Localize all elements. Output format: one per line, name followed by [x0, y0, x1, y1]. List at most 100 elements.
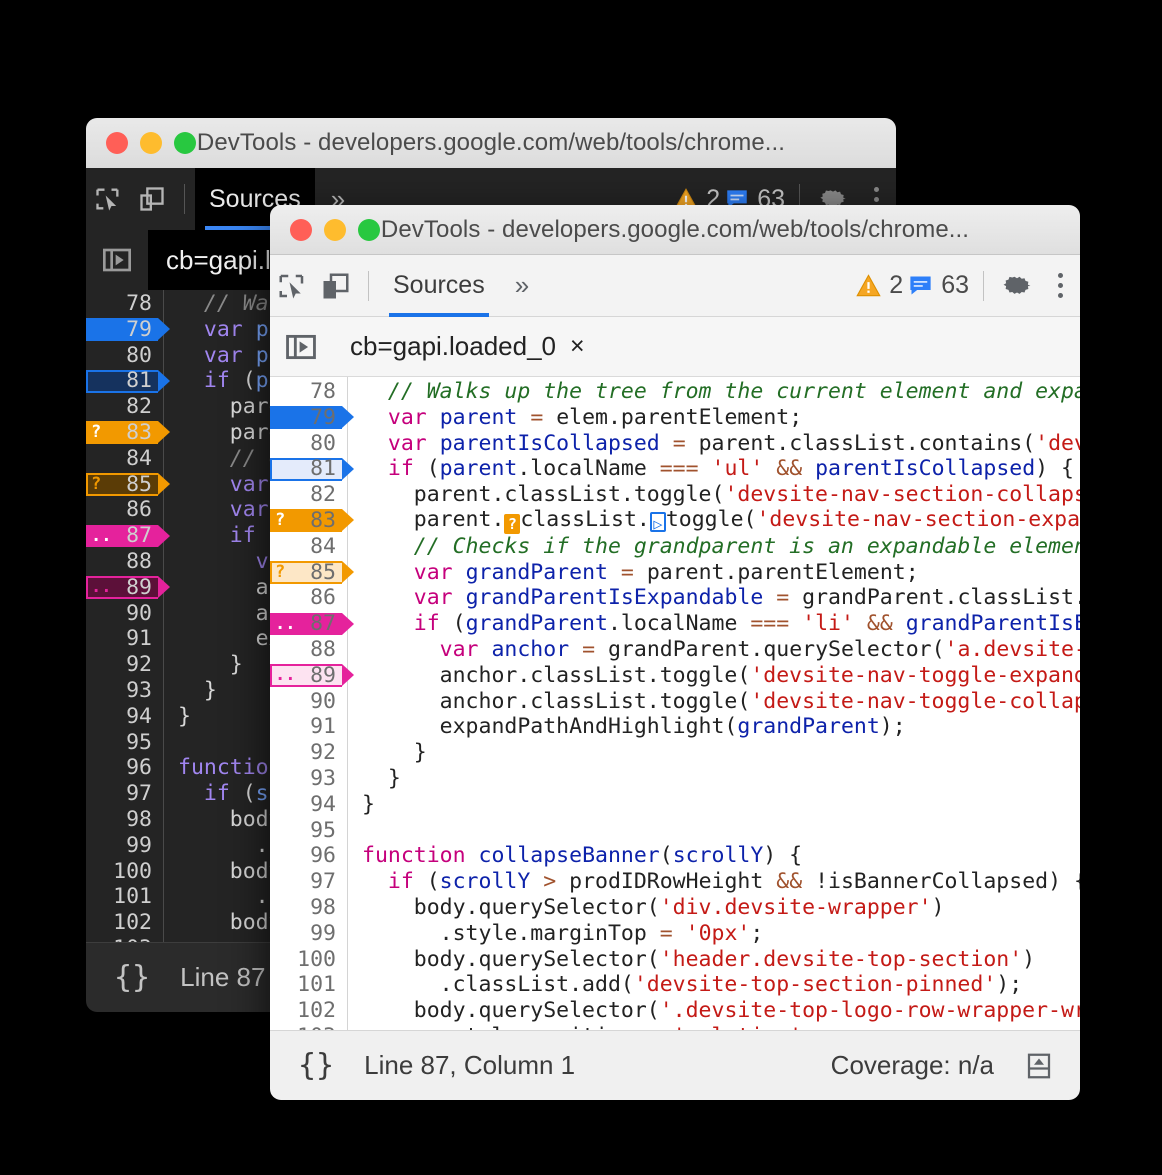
- close-window-button[interactable]: [106, 132, 128, 154]
- line-gutter[interactable]: 97: [270, 869, 348, 895]
- gear-icon-front[interactable]: [994, 266, 1040, 306]
- code-line[interactable]: 80 var parentIsCollapsed = parent.classL…: [270, 431, 1080, 457]
- line-gutter[interactable]: 101: [270, 972, 348, 998]
- line-gutter[interactable]: 99: [86, 833, 164, 859]
- code-line[interactable]: 102 body.querySelector('.devsite-top-log…: [270, 998, 1080, 1024]
- line-gutter[interactable]: 81: [86, 368, 164, 394]
- inline-logpoint-icon[interactable]: ▷: [650, 512, 666, 532]
- line-gutter[interactable]: 96: [86, 755, 164, 781]
- line-gutter[interactable]: 98: [270, 895, 348, 921]
- code-line[interactable]: ..87 if (grandParent.localName === 'li' …: [270, 611, 1080, 637]
- line-gutter[interactable]: 99: [270, 921, 348, 947]
- front-statusbar[interactable]: {} Line 87, Column 1 Coverage: n/a: [270, 1030, 1080, 1100]
- line-gutter[interactable]: ?85: [270, 560, 348, 586]
- line-gutter[interactable]: 100: [86, 859, 164, 885]
- line-gutter[interactable]: 90: [270, 689, 348, 715]
- line-gutter[interactable]: 84: [270, 534, 348, 560]
- device-toolbar-icon[interactable]: [130, 182, 174, 216]
- code-line[interactable]: 90 anchor.classList.toggle('devsite-nav-…: [270, 689, 1080, 715]
- code-line[interactable]: 88 var anchor = grandParent.querySelecto…: [270, 637, 1080, 663]
- front-window-controls[interactable]: [290, 219, 380, 241]
- line-gutter[interactable]: 91: [270, 714, 348, 740]
- line-gutter[interactable]: 80: [86, 343, 164, 369]
- front-devtools-toolbar[interactable]: Sources » 2 63: [270, 255, 1080, 317]
- back-titlebar[interactable]: DevTools - developers.google.com/web/too…: [86, 118, 896, 168]
- line-gutter[interactable]: 94: [86, 704, 164, 730]
- code-line[interactable]: 81 if (parent.localName === 'ul' && pare…: [270, 456, 1080, 482]
- line-gutter[interactable]: 92: [270, 740, 348, 766]
- maximize-window-button[interactable]: [174, 132, 196, 154]
- line-gutter[interactable]: 95: [86, 730, 164, 756]
- code-line[interactable]: ?83 parent.?classList.▷toggle('devsite-n…: [270, 508, 1080, 534]
- line-gutter[interactable]: ..89: [270, 663, 348, 689]
- message-counter-front[interactable]: 63: [907, 271, 969, 300]
- minimize-window-button[interactable]: [140, 132, 162, 154]
- code-line[interactable]: ..89 anchor.classList.toggle('devsite-na…: [270, 663, 1080, 689]
- line-gutter[interactable]: 88: [86, 549, 164, 575]
- code-line[interactable]: 93 }: [270, 766, 1080, 792]
- show-navigator-icon-front[interactable]: [270, 330, 332, 364]
- line-gutter[interactable]: 81: [270, 456, 348, 482]
- line-gutter[interactable]: 93: [270, 766, 348, 792]
- line-gutter[interactable]: 84: [86, 446, 164, 472]
- code-line[interactable]: 100 body.querySelector('header.devsite-t…: [270, 947, 1080, 973]
- line-gutter[interactable]: 95: [270, 818, 348, 844]
- code-line[interactable]: 95: [270, 818, 1080, 844]
- line-gutter[interactable]: 100: [270, 947, 348, 973]
- line-gutter[interactable]: 82: [270, 482, 348, 508]
- code-line[interactable]: 94}: [270, 792, 1080, 818]
- line-gutter[interactable]: ?85: [86, 472, 164, 498]
- code-line[interactable]: 84 // Checks if the grandparent is an ex…: [270, 534, 1080, 560]
- code-line[interactable]: 103 .style.position = 'relative';: [270, 1024, 1080, 1030]
- pretty-print-button[interactable]: {}: [114, 960, 150, 995]
- inline-condition-icon[interactable]: ?: [504, 514, 520, 534]
- code-line[interactable]: 78 // Walks up the tree from the current…: [270, 379, 1080, 405]
- code-line[interactable]: ?85 var grandParent = parent.parentEleme…: [270, 560, 1080, 586]
- line-gutter[interactable]: 101: [86, 884, 164, 910]
- line-gutter[interactable]: 94: [270, 792, 348, 818]
- code-line[interactable]: 82 parent.classList.toggle('devsite-nav-…: [270, 482, 1080, 508]
- front-code-editor[interactable]: 78 // Walks up the tree from the current…: [270, 377, 1080, 1030]
- more-panels-button-front[interactable]: »: [499, 270, 542, 301]
- line-gutter[interactable]: 92: [86, 652, 164, 678]
- line-gutter[interactable]: 96: [270, 843, 348, 869]
- line-gutter[interactable]: 103: [86, 936, 164, 942]
- line-gutter[interactable]: ..87: [86, 523, 164, 549]
- line-gutter[interactable]: 80: [270, 431, 348, 457]
- inspect-element-icon-front[interactable]: [270, 269, 314, 303]
- close-window-button-front[interactable]: [290, 219, 312, 241]
- line-gutter[interactable]: 98: [86, 807, 164, 833]
- show-drawer-icon[interactable]: [1020, 1047, 1058, 1085]
- line-gutter[interactable]: 102: [86, 910, 164, 936]
- line-gutter[interactable]: 79: [270, 405, 348, 431]
- front-titlebar[interactable]: DevTools - developers.google.com/web/too…: [270, 205, 1080, 255]
- maximize-window-button-front[interactable]: [358, 219, 380, 241]
- line-gutter[interactable]: 78: [270, 379, 348, 405]
- warning-counter-front[interactable]: 2: [855, 271, 903, 300]
- kebab-menu-icon-front[interactable]: [1040, 266, 1080, 306]
- line-gutter[interactable]: 86: [270, 585, 348, 611]
- code-line[interactable]: 99 .style.marginTop = '0px';: [270, 921, 1080, 947]
- line-gutter[interactable]: ?83: [86, 420, 164, 446]
- code-line[interactable]: 96function collapseBanner(scrollY) {: [270, 843, 1080, 869]
- line-gutter[interactable]: 90: [86, 601, 164, 627]
- line-gutter[interactable]: 82: [86, 394, 164, 420]
- line-gutter[interactable]: ..89: [86, 575, 164, 601]
- code-line[interactable]: 91 expandPathAndHighlight(grandParent);: [270, 714, 1080, 740]
- code-line[interactable]: 92 }: [270, 740, 1080, 766]
- back-window-controls[interactable]: [106, 132, 196, 154]
- line-gutter[interactable]: 78: [86, 291, 164, 317]
- devtools-window-front[interactable]: DevTools - developers.google.com/web/too…: [270, 205, 1080, 1100]
- show-navigator-icon[interactable]: [86, 244, 148, 276]
- close-icon-front[interactable]: ×: [570, 332, 585, 361]
- code-line[interactable]: 97 if (scrollY > prodIDRowHeight && !isB…: [270, 869, 1080, 895]
- line-gutter[interactable]: 103: [270, 1024, 348, 1030]
- device-toolbar-icon-front[interactable]: [314, 269, 358, 303]
- tab-sources-front[interactable]: Sources: [379, 255, 499, 317]
- line-gutter[interactable]: 86: [86, 497, 164, 523]
- line-gutter[interactable]: 97: [86, 781, 164, 807]
- pretty-print-button-front[interactable]: {}: [298, 1048, 334, 1083]
- inspect-element-icon[interactable]: [86, 182, 130, 216]
- code-line[interactable]: 98 body.querySelector('div.devsite-wrapp…: [270, 895, 1080, 921]
- line-gutter[interactable]: ..87: [270, 611, 348, 637]
